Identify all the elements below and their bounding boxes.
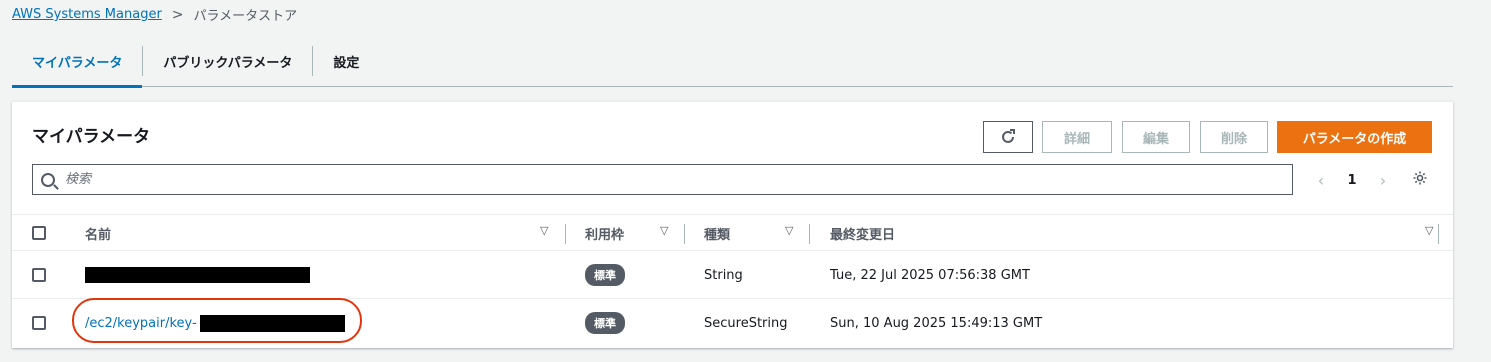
column-header-tier[interactable]: 利用枠 [585,215,624,252]
breadcrumb: AWS Systems Manager > パラメータストア [12,5,298,25]
sort-icon[interactable]: ▽ [540,225,550,236]
gear-icon[interactable] [1412,170,1428,186]
column-header-modified[interactable]: 最終変更日 [830,215,895,252]
tab-bar: マイパラメータ パブリックパラメータ 設定 [12,35,1453,88]
redacted-name [85,267,310,283]
column-header-name[interactable]: 名前 [85,215,111,252]
tier-badge: 標準 [585,264,625,286]
refresh-icon [1002,129,1015,143]
search-icon [41,172,55,187]
column-separator [684,224,685,244]
breadcrumb-root-link[interactable]: AWS Systems Manager [12,7,162,22]
type-cell: String [704,267,743,283]
sort-icon[interactable]: ▽ [1425,225,1435,236]
parameters-panel: マイパラメータ 詳細 編集 削除 パラメータの作成 ‹ 1 › 名前 ▽ 利用枠… [12,101,1453,348]
sort-icon[interactable]: ▽ [785,225,795,236]
highlight-annotation [72,298,362,343]
column-separator [809,224,810,244]
next-page-button[interactable]: › [1374,171,1392,190]
detail-button[interactable]: 詳細 [1042,121,1112,153]
table-row[interactable]: 標準 String Tue, 22 Jul 2025 07:56:38 GMT [12,251,1453,299]
delete-button[interactable]: 削除 [1200,121,1268,153]
search-input[interactable] [65,172,1265,187]
search-box [32,164,1293,195]
edit-button[interactable]: 編集 [1122,121,1190,153]
column-separator [1438,224,1439,244]
refresh-button[interactable] [983,121,1033,153]
row-checkbox[interactable] [32,268,46,282]
modified-cell: Tue, 22 Jul 2025 07:56:38 GMT [830,267,1030,283]
tab-public-parameters[interactable]: パブリックパラメータ [143,35,312,87]
breadcrumb-separator: > [171,6,184,23]
tier-badge: 標準 [585,312,625,334]
column-separator [565,224,566,244]
select-all-checkbox[interactable] [32,226,46,240]
sort-icon[interactable]: ▽ [660,225,670,236]
tab-settings[interactable]: 設定 [313,35,379,87]
prev-page-button[interactable]: ‹ [1312,171,1330,190]
current-page[interactable]: 1 [1347,173,1356,188]
create-parameter-button[interactable]: パラメータの作成 [1277,121,1432,153]
tab-my-parameters[interactable]: マイパラメータ [12,35,143,88]
row-checkbox[interactable] [32,316,46,330]
column-header-type[interactable]: 種類 [704,215,730,252]
pagination: ‹ 1 › [1312,166,1392,194]
type-cell: SecureString [704,315,788,331]
table-header: 名前 ▽ 利用枠 ▽ 種類 ▽ 最終変更日 ▽ [12,214,1453,251]
modified-cell: Sun, 10 Aug 2025 15:49:13 GMT [830,315,1043,331]
breadcrumb-current: パラメータストア [193,9,298,24]
panel-title: マイパラメータ [32,127,151,147]
